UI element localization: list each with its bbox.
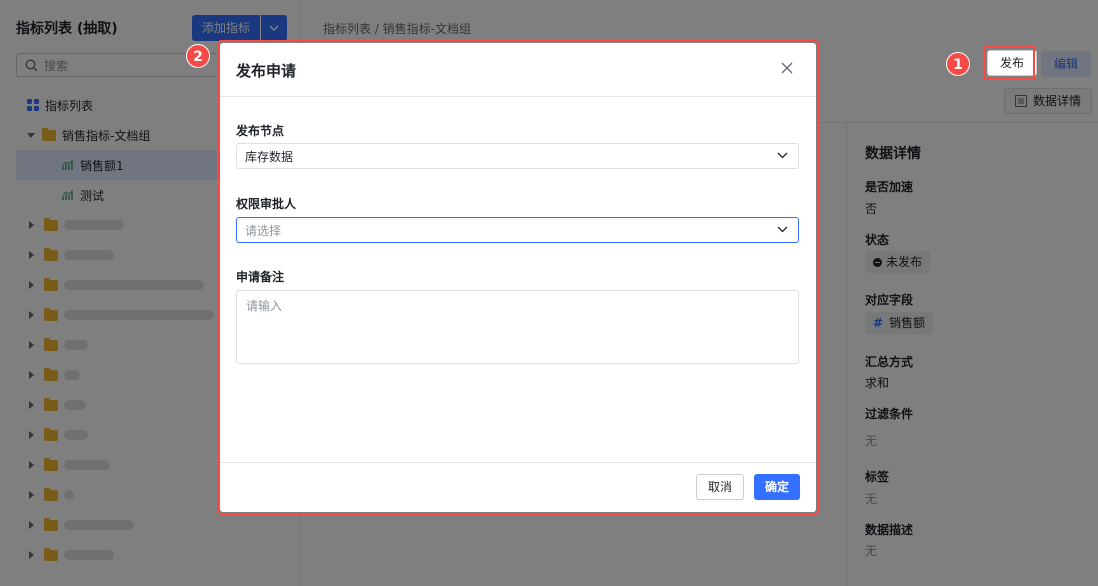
publish-highlight-frame xyxy=(984,46,1035,79)
publish-request-dialog: 发布申请 发布节点 库存数据 权限审批人 请选择 申请备注 请输入 取消 确定 xyxy=(220,43,816,512)
annotation-badge-2: 2 xyxy=(186,44,210,68)
annotation-badge-1: 1 xyxy=(946,52,970,76)
remark-label: 申请备注 xyxy=(236,270,285,284)
dialog-header-divider xyxy=(220,96,816,97)
chevron-down-icon xyxy=(777,152,788,159)
publish-node-select[interactable]: 库存数据 xyxy=(236,143,799,169)
publish-node-value: 库存数据 xyxy=(245,149,294,164)
dialog-footer-divider xyxy=(220,462,816,463)
remark-placeholder: 请输入 xyxy=(246,299,283,313)
close-icon[interactable] xyxy=(780,61,794,75)
dialog-title: 发布申请 xyxy=(236,62,297,80)
confirm-button[interactable]: 确定 xyxy=(754,474,801,500)
chevron-down-icon xyxy=(777,226,788,233)
cancel-button[interactable]: 取消 xyxy=(696,474,745,500)
approver-label: 权限审批人 xyxy=(236,197,297,211)
approver-select[interactable]: 请选择 xyxy=(236,217,799,243)
publish-node-label: 发布节点 xyxy=(236,124,285,138)
approver-placeholder: 请选择 xyxy=(245,223,282,238)
remark-textarea[interactable]: 请输入 xyxy=(236,290,799,364)
